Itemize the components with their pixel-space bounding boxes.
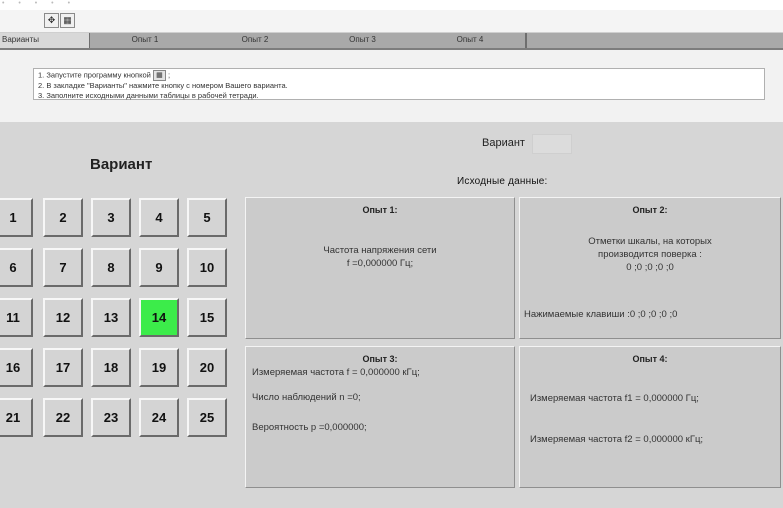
panel-exp1: Опыт 1: Частота напряжения сети f =0,000… [245,197,515,339]
tab-bar: Варианты Опыт 1 Опыт 2 Опыт 3 Опыт 4 [0,33,783,50]
instruction-line-1: 1. Запустите программу кнопкой ▦ ; [38,70,760,81]
panel-exp3-line3: Вероятность p =0,000000; [252,422,367,433]
variant-button[interactable]: 14 [139,298,179,337]
variant-button[interactable]: 18 [91,348,131,387]
title-strip: • • • • • [0,0,783,10]
variant-value-field [532,134,572,154]
tab-bar-filler [525,33,783,48]
variant-button[interactable]: 12 [43,298,83,337]
variant-button[interactable]: 19 [139,348,179,387]
panel-exp3: Опыт 3: Измеряемая частота f = 0,000000 … [245,346,515,488]
variant-button[interactable]: 23 [91,398,131,437]
panel-exp1-title: Опыт 1: [362,205,398,215]
variant-button[interactable]: 6 [0,248,33,287]
tab-exp1[interactable]: Опыт 1 [90,33,201,48]
variant-button[interactable]: 24 [139,398,179,437]
variant-label: Вариант [482,137,525,149]
tab-variants[interactable]: Варианты [0,33,90,48]
panel-exp4-line2: Измеряемая частота f2 = 0,000000 кГц; [530,434,704,445]
variant-button[interactable]: 8 [91,248,131,287]
variant-heading: Вариант [90,156,153,173]
variant-button[interactable]: 11 [0,298,33,337]
variant-button[interactable]: 21 [0,398,33,437]
panel-exp2-line3: 0 ;0 ;0 ;0 ;0 [626,262,674,273]
variant-button[interactable]: 2 [43,198,83,237]
instruction-text-1-end: ; [168,70,171,80]
variant-button[interactable]: 25 [187,398,227,437]
panel-exp4-title: Опыт 4: [632,354,668,364]
toolbar: ✥ ▦ [0,10,783,33]
initial-data-label: Исходные данные: [457,176,548,187]
variant-button[interactable]: 4 [139,198,179,237]
tab-exp3[interactable]: Опыт 3 [310,33,416,48]
tab-exp2[interactable]: Опыт 2 [200,33,311,48]
main-panel: Вариант 1 2 3 4 5 6 7 8 9 10 11 12 13 14 15 16 17 18 19 20 2… [0,122,783,508]
variant-button[interactable]: 22 [43,398,83,437]
panel-exp1-line1: Частота напряжения сети [323,245,437,256]
variant-button[interactable]: 15 [187,298,227,337]
run-icon[interactable]: ▦ [152,70,166,81]
panel-exp2-line4: Нажимаемые клавиши :0 ;0 ;0 ;0 ;0 [524,309,678,320]
tab-exp4[interactable]: Опыт 4 [415,33,526,48]
variant-button[interactable]: 1 [0,198,33,237]
panel-exp4-line1: Измеряемая частота f1 = 0,000000 Гц; [530,393,699,404]
instruction-text-1: 1. Запустите программу кнопкой [38,70,151,80]
panel-exp3-title: Опыт 3: [362,354,398,364]
instruction-line-2: 2. В закладке "Варианты" нажмите кнопку … [38,81,288,90]
panel-exp4: Опыт 4: Измеряемая частота f1 = 0,000000… [519,346,781,488]
variant-button[interactable]: 16 [0,348,33,387]
instructions-area: 1. Запустите программу кнопкой ▦ ; 2. В … [0,50,783,122]
variant-button[interactable]: 13 [91,298,131,337]
arrows-icon[interactable]: ✥ [44,13,59,28]
title-strip-dots: • • • • • [2,0,77,7]
panel-exp2-line1: Отметки шкалы, на которых [588,236,712,247]
instructions-box: 1. Запустите программу кнопкой ▦ ; 2. В … [33,68,765,100]
panel-exp3-line1: Измеряемая частота f = 0,000000 кГц; [252,367,420,378]
panel-exp2-line2: производится поверка : [598,249,702,260]
panel-exp3-line2: Число наблюдений n =0; [252,392,361,403]
grid-icon[interactable]: ▦ [60,13,75,28]
panel-exp2: Опыт 2: Отметки шкалы, на которых произв… [519,197,781,339]
variant-button[interactable]: 17 [43,348,83,387]
instruction-line-3: 3. Заполните исходными данными таблицы в… [38,91,259,100]
variant-button[interactable]: 3 [91,198,131,237]
panel-exp2-title: Опыт 2: [632,205,668,215]
variant-button[interactable]: 10 [187,248,227,287]
variant-button[interactable]: 5 [187,198,227,237]
panel-exp1-line2: f =0,000000 Гц; [346,258,414,269]
variant-button[interactable]: 9 [139,248,179,287]
variant-button[interactable]: 7 [43,248,83,287]
variant-button[interactable]: 20 [187,348,227,387]
